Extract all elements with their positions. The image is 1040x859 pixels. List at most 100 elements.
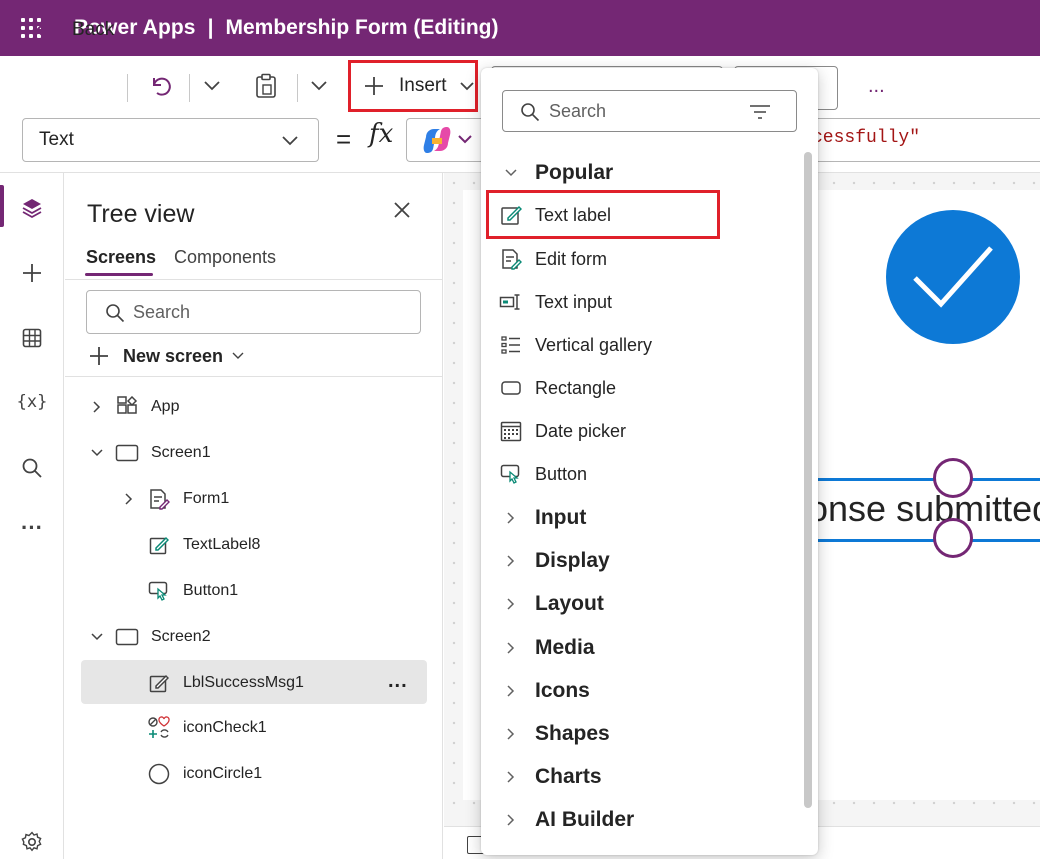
category-icons[interactable]: Icons [481, 671, 801, 711]
gear-icon [21, 831, 42, 852]
item-label: Rectangle [535, 377, 617, 398]
chevron-right-icon [501, 554, 521, 568]
resize-handle-top[interactable] [933, 458, 973, 498]
chevron-right-icon [501, 770, 521, 784]
tab-components[interactable]: Components [174, 247, 276, 268]
tab-screens[interactable]: Screens [86, 247, 156, 268]
insert-button[interactable]: Insert [348, 60, 478, 112]
settings-button[interactable] [0, 820, 64, 859]
chevron-down-icon [232, 352, 244, 359]
insert-item-rectangle[interactable]: Rectangle [481, 368, 801, 408]
tree-node-screen2[interactable]: Screen2 [89, 617, 211, 657]
category-ai-builder[interactable]: AI Builder [481, 800, 801, 840]
equals-sign: = [336, 124, 352, 154]
tree-node-app[interactable]: App [89, 387, 179, 427]
data-rail-button[interactable] [0, 316, 64, 360]
tree-node-iconcircle1[interactable]: iconCircle1 [147, 754, 262, 794]
category-layout[interactable]: Layout [481, 584, 801, 624]
chevron-down-icon [311, 81, 327, 91]
chevron-down-icon[interactable] [89, 632, 105, 642]
tree-node-textlabel8[interactable]: TextLabel8 [147, 525, 260, 565]
category-popular[interactable]: Popular [481, 153, 801, 193]
success-message-label: onse submitted [808, 488, 1040, 529]
tree-search-input[interactable]: Search [86, 290, 421, 334]
tree-node-screen1[interactable]: Screen1 [89, 433, 211, 473]
formula-text: cessfully" [812, 128, 921, 148]
search-placeholder: Search [133, 301, 191, 322]
property-select[interactable]: Text [22, 118, 319, 162]
insert-item-edit-form[interactable]: Edit form [481, 239, 801, 279]
screen-icon [115, 625, 139, 649]
insert-item-vertical-gallery[interactable]: Vertical gallery [481, 325, 801, 365]
insert-item-date-picker[interactable]: Date picker [481, 411, 801, 451]
chevron-down-icon [204, 81, 220, 91]
more-options-button[interactable]: ... [868, 66, 885, 106]
node-label: Form1 [183, 490, 230, 507]
category-media[interactable]: Media [481, 628, 801, 668]
tree-node-iconcheck1[interactable]: iconCheck1 [147, 708, 267, 748]
category-label: Input [535, 506, 587, 529]
calendar-icon [498, 418, 524, 444]
undo-icon [153, 77, 171, 96]
node-label: App [151, 398, 180, 415]
title-separator: | [207, 16, 214, 39]
item-label: Date picker [535, 420, 627, 441]
search-rail-button[interactable] [0, 446, 64, 490]
node-more-button[interactable]: ... [388, 670, 408, 693]
node-label: iconCircle1 [183, 765, 263, 782]
chevron-down-icon [282, 136, 298, 146]
tree-view-rail-button[interactable] [0, 186, 64, 230]
plus-icon [23, 264, 41, 282]
insert-rail-button[interactable] [0, 251, 64, 295]
layers-icon [22, 199, 42, 219]
paste-dropdown[interactable] [310, 66, 328, 106]
copilot-button[interactable] [422, 127, 476, 158]
node-label: Button1 [183, 582, 239, 599]
paste-button[interactable] [254, 66, 278, 106]
app-header: Power Apps | Membership Form (Editing) [0, 0, 1040, 56]
new-screen-button[interactable]: New screen [89, 343, 244, 369]
category-charts[interactable]: Charts [481, 757, 801, 797]
undo-dropdown[interactable] [203, 66, 221, 106]
toolbar-divider [127, 74, 128, 102]
chevron-right-icon[interactable] [89, 400, 105, 414]
undo-button[interactable] [148, 66, 172, 106]
rectangle-icon [498, 375, 524, 401]
insert-item-button[interactable]: Button [481, 454, 801, 494]
close-panel-button[interactable] [391, 199, 417, 225]
fx-icon: fx [369, 119, 394, 149]
checkmark-icon [913, 246, 993, 308]
category-label: Shapes [535, 722, 610, 745]
panel-title: Tree view [87, 200, 195, 228]
menu-scrollbar[interactable] [804, 152, 812, 808]
category-label: AI Builder [535, 808, 635, 831]
variables-icon[interactable]: {x} [0, 380, 64, 424]
new-screen-label: New screen [123, 345, 224, 366]
category-display[interactable]: Display [481, 541, 801, 581]
edit-form-icon [498, 246, 524, 272]
filter-icon[interactable] [749, 104, 771, 120]
tree-node-lblsuccessmsg1[interactable]: LblSuccessMsg1 [147, 663, 304, 703]
chevron-right-icon[interactable] [121, 492, 137, 506]
plus-icon [90, 347, 108, 365]
divider [65, 279, 442, 280]
chevron-right-icon [501, 727, 521, 741]
category-label: Layout [535, 592, 604, 615]
document-title: Membership Form (Editing) [225, 16, 499, 39]
insert-item-text-input[interactable]: Text input [481, 282, 801, 322]
close-icon [394, 202, 410, 218]
insert-menu: Search Popular Text label Edit form Text… [481, 68, 818, 855]
table-icon [22, 328, 42, 348]
category-input[interactable]: Input [481, 498, 801, 538]
property-value: Text [39, 129, 74, 150]
insert-search-input[interactable]: Search [502, 90, 797, 132]
category-shapes[interactable]: Shapes [481, 714, 801, 754]
resize-handle-bottom[interactable] [933, 518, 973, 558]
item-label: Vertical gallery [535, 334, 653, 355]
tree-node-button1[interactable]: Button1 [147, 571, 238, 611]
chevron-down-icon[interactable] [89, 448, 105, 458]
tree-node-form1[interactable]: Form1 [121, 479, 229, 519]
back-button[interactable]: Back [34, 10, 114, 50]
check-circle-icon[interactable] [886, 210, 1020, 344]
more-rail-button[interactable]: ··· [0, 506, 64, 550]
